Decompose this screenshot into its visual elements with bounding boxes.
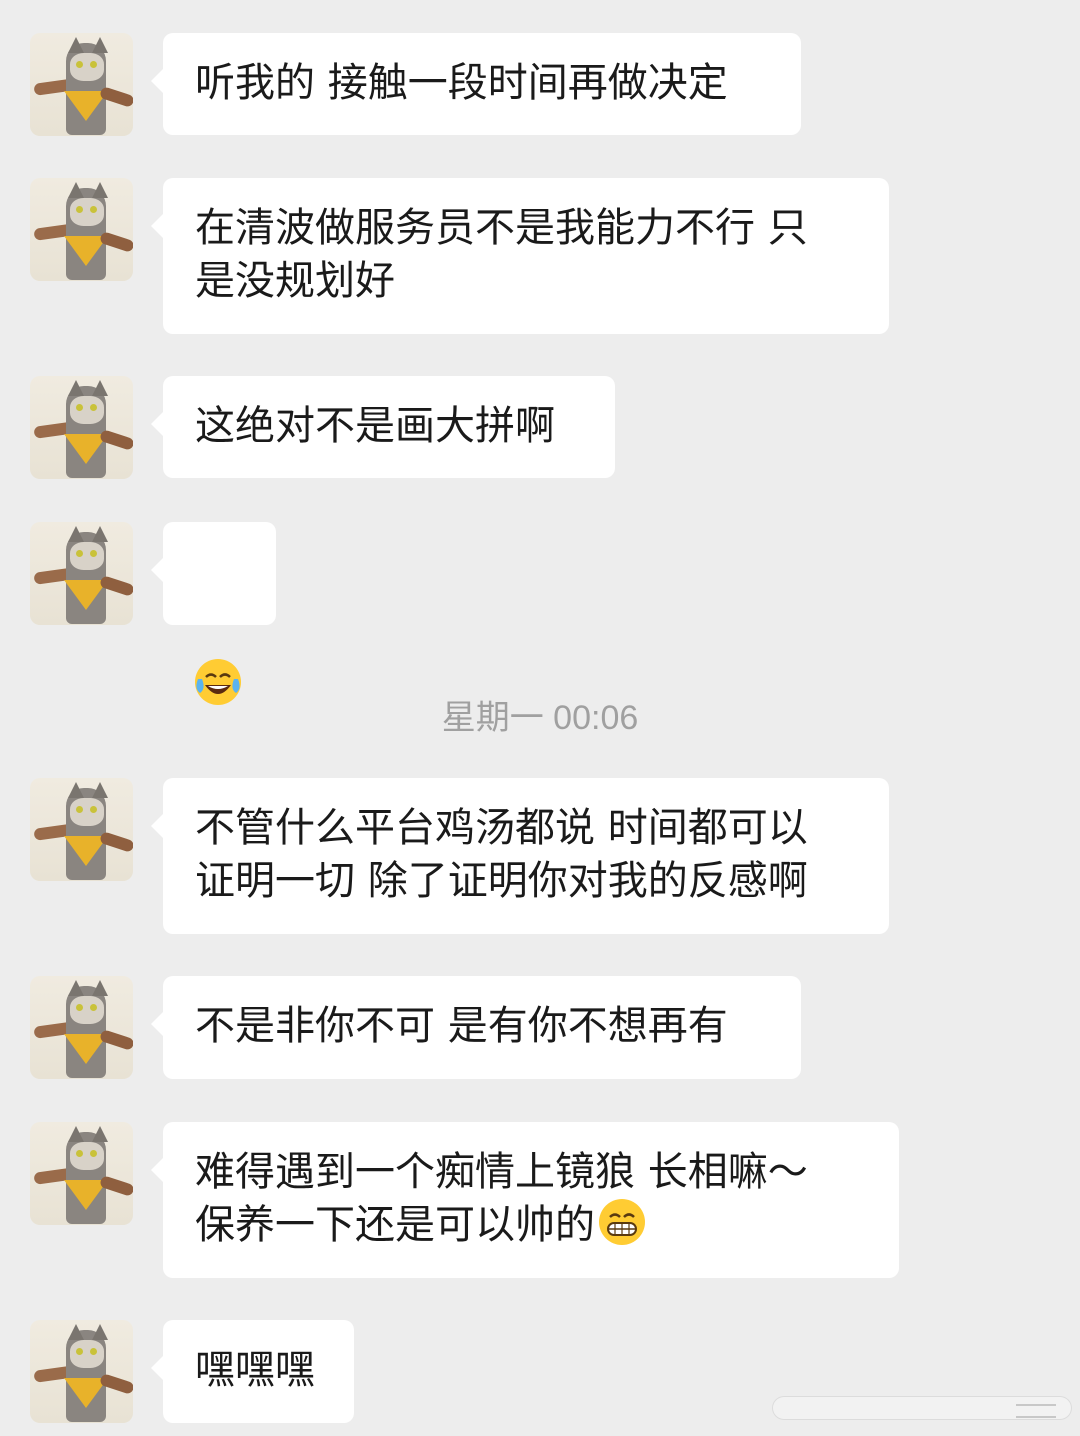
timestamp: 星期一 00:06 — [441, 699, 639, 737]
message-bubble[interactable]: 难得遇到一个痴情上镜狼 长相嘛～ 保养一下还是可以帅的 — [151, 1122, 899, 1278]
message-bubble[interactable]: 这绝对不是画大拼啊 — [151, 376, 615, 478]
message-text: 难得遇到一个痴情上镜狼 长相嘛～ 保养一下还是可以帅的 — [195, 1149, 808, 1248]
cat-avatar-icon[interactable] — [30, 1320, 133, 1423]
chat-message: 难得遇到一个痴情上镜狼 长相嘛～ 保养一下还是可以帅的 — [30, 1122, 899, 1278]
message-bubble[interactable]: 在清波做服务员不是我能力不行 只 是没规划好 — [151, 178, 889, 334]
message-bubble[interactable] — [151, 522, 276, 705]
cat-avatar-icon[interactable] — [30, 33, 133, 136]
grip-icon — [1016, 1404, 1056, 1418]
chat-message: 这绝对不是画大拼啊 — [30, 376, 615, 479]
grinning-face-icon — [599, 1199, 645, 1245]
cat-avatar-icon[interactable] — [30, 976, 133, 1079]
cat-avatar-icon[interactable] — [30, 1122, 133, 1225]
message-bubble[interactable]: 听我的 接触一段时间再做决定 — [151, 33, 801, 135]
chat-message: 听我的 接触一段时间再做决定 — [30, 33, 801, 136]
cat-avatar-icon[interactable] — [30, 522, 133, 625]
chat-message: 嘿嘿嘿 — [30, 1320, 354, 1423]
chat-message — [30, 522, 276, 705]
cat-avatar-icon[interactable] — [30, 376, 133, 479]
chat-message: 不管什么平台鸡汤都说 时间都可以 证明一切 除了证明你对我的反感啊 — [30, 778, 889, 934]
cat-avatar-icon[interactable] — [30, 778, 133, 881]
chat-message: 不是非你不可 是有你不想再有 — [30, 976, 801, 1079]
chat-history: 听我的 接触一段时间再做决定 在清波做服务员不是我能力不行 只 是没规划好 这绝… — [0, 0, 1080, 1436]
message-bubble[interactable]: 不管什么平台鸡汤都说 时间都可以 证明一切 除了证明你对我的反感啊 — [151, 778, 889, 934]
message-bubble[interactable]: 不是非你不可 是有你不想再有 — [151, 976, 801, 1079]
message-bubble[interactable]: 嘿嘿嘿 — [151, 1320, 354, 1423]
chat-message: 在清波做服务员不是我能力不行 只 是没规划好 — [30, 178, 889, 334]
cat-avatar-icon[interactable] — [30, 178, 133, 281]
